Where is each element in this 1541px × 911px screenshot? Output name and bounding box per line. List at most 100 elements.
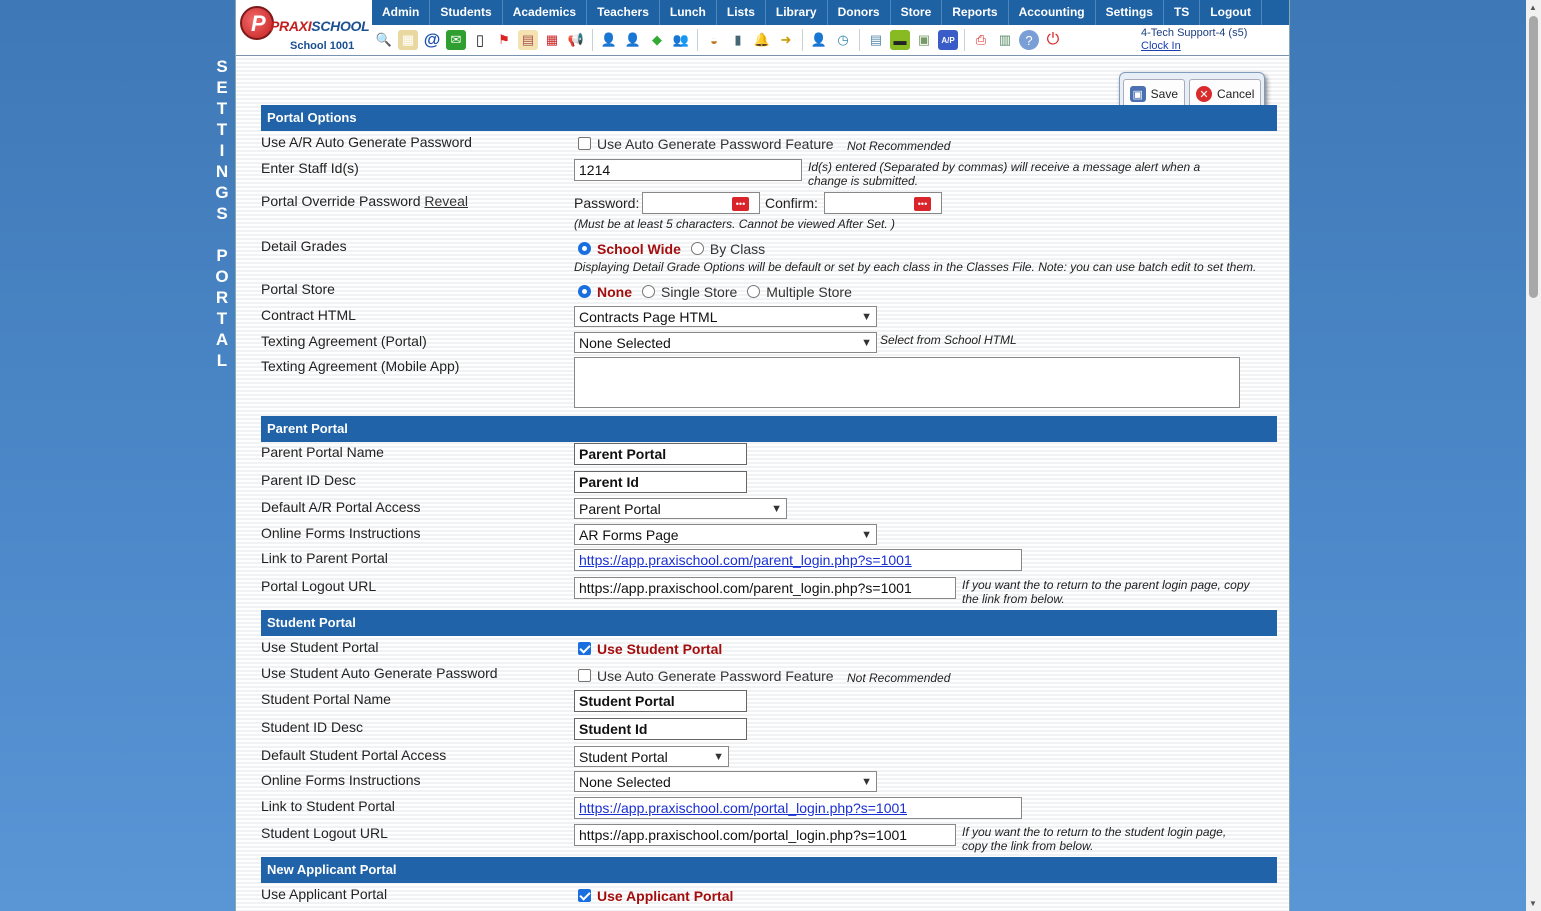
calendar-icon[interactable]: ▦ [542, 30, 562, 50]
logo-mark: P [240, 6, 274, 40]
radio-store-none[interactable] [578, 285, 591, 298]
school-logo[interactable]: P PRAXISCHOOL School 1001 [238, 2, 370, 54]
teacher-icon[interactable]: 👤 [623, 30, 643, 50]
school-name: School 1001 [290, 40, 355, 52]
arrow-right-icon[interactable]: ➜ [776, 30, 796, 50]
nav-logout[interactable]: Logout [1200, 0, 1262, 25]
label-student-logout: Student Logout URL [261, 825, 388, 841]
bell-icon[interactable]: 🔔 [752, 30, 772, 50]
nav-donors[interactable]: Donors [828, 0, 891, 25]
student-auto-password-checkbox[interactable] [578, 669, 591, 682]
family-icon[interactable]: 👥 [671, 30, 691, 50]
flag-icon[interactable]: ⚑ [494, 30, 514, 50]
lunch-icon[interactable]: ◒ [704, 30, 724, 50]
use-student-portal-checkbox[interactable] [578, 642, 591, 655]
staff-icon[interactable]: 👤 [809, 30, 829, 50]
pdf-icon[interactable]: ⎙ [971, 30, 991, 50]
label-student-auto-password: Use Student Auto Generate Password [261, 665, 498, 681]
chevron-down-icon: ▼ [771, 502, 782, 515]
reveal-link[interactable]: Reveal [424, 193, 468, 209]
use-applicant-portal-checkbox[interactable] [578, 889, 591, 902]
vertical-title-letter: A [215, 330, 229, 349]
nav-lunch[interactable]: Lunch [660, 0, 717, 25]
parent-id-desc-input[interactable]: Parent Id [574, 471, 747, 493]
confirm-input[interactable]: ••• [824, 192, 942, 214]
clock-in-link[interactable]: Clock In [1141, 40, 1247, 53]
texting-portal-note: Select from School HTML [880, 333, 1017, 347]
calculator-icon[interactable]: ▦ [398, 30, 418, 50]
password-label: Password: [574, 195, 640, 211]
search-icon[interactable]: 🔍 [374, 30, 394, 50]
student-link-field[interactable]: https://app.praxischool.com/portal_login… [574, 797, 1022, 819]
chevron-down-icon: ▼ [861, 310, 872, 323]
news-icon[interactable]: ▤ [518, 30, 538, 50]
cash-icon[interactable]: ▬ [890, 30, 910, 50]
confirm-dots-icon[interactable]: ••• [914, 197, 931, 211]
label-auto-password: Use A/R Auto Generate Password [261, 134, 472, 150]
nav-ts[interactable]: TS [1164, 0, 1201, 25]
icon-toolbar: 🔍 ▦ @ ✉ ▯ ⚑ ▤ ▦ 📢 👤 👤 ◆ 👥 ◒ ▮ 🔔 ➜ 👤 ◷ ▤ … [372, 26, 1063, 54]
scrollbar-thumb[interactable] [1529, 16, 1538, 298]
texting-portal-select[interactable]: None Selected ▼ [574, 332, 877, 353]
label-student-forms: Online Forms Instructions [261, 772, 421, 788]
contract-html-select[interactable]: Contracts Page HTML ▼ [574, 306, 877, 327]
nav-students[interactable]: Students [430, 0, 503, 25]
password-input[interactable]: ••• [642, 192, 760, 214]
money-icon[interactable]: ▥ [995, 30, 1015, 50]
book-icon[interactable]: ▮ [728, 30, 748, 50]
nav-lists[interactable]: Lists [717, 0, 766, 25]
nav-reports[interactable]: Reports [942, 0, 1009, 25]
parent-logout-input[interactable]: https://app.praxischool.com/parent_login… [574, 577, 956, 599]
vertical-title-letter: I [219, 141, 225, 160]
vertical-title-letter: S [216, 204, 228, 223]
ap-icon[interactable]: A/P [938, 30, 958, 50]
radio-school-wide[interactable] [578, 242, 591, 255]
student-forms-select[interactable]: None Selected ▼ [574, 771, 877, 792]
mobile-icon[interactable]: ▯ [470, 30, 490, 50]
parent-forms-select[interactable]: AR Forms Page ▼ [574, 524, 877, 545]
radio-single-store[interactable] [642, 285, 655, 298]
radio-by-class[interactable] [690, 242, 704, 255]
student-logout-input[interactable]: https://app.praxischool.com/portal_login… [574, 824, 956, 846]
detail-grades-note: Displaying Detail Grade Options will be … [574, 260, 1257, 274]
detail-grades-options: School Wide By Class [578, 241, 775, 257]
student-id-desc-input[interactable]: Student Id [574, 718, 747, 740]
megaphone-icon[interactable]: 📢 [566, 30, 586, 50]
nav-admin[interactable]: Admin [372, 0, 431, 25]
power-icon[interactable]: ⏻ [1043, 30, 1063, 50]
staff-ids-input[interactable]: 1214 [574, 159, 802, 181]
nav-academics[interactable]: Academics [503, 0, 588, 25]
nav-teachers[interactable]: Teachers [587, 0, 660, 25]
nav-settings[interactable]: Settings [1096, 0, 1164, 25]
vertical-title-letter: O [215, 267, 229, 286]
email-icon[interactable]: @ [422, 30, 442, 50]
scroll-up-icon[interactable]: ▲ [1529, 3, 1537, 12]
scroll-down-icon[interactable]: ▼ [1529, 899, 1537, 908]
clock-icon[interactable]: ◷ [833, 30, 853, 50]
tag-icon[interactable]: ◆ [647, 30, 667, 50]
default-ar-access-select[interactable]: Parent Portal ▼ [574, 498, 787, 519]
password-dots-icon[interactable]: ••• [732, 197, 749, 211]
document-icon[interactable]: ▤ [866, 30, 886, 50]
auto-password-checkbox[interactable] [578, 137, 591, 150]
page-scrollbar[interactable]: ▲ ▼ [1526, 0, 1541, 911]
help-icon[interactable]: ? [1019, 30, 1039, 50]
nav-store[interactable]: Store [891, 0, 943, 25]
parent-portal-name-input[interactable]: Parent Portal [574, 443, 747, 465]
default-student-access-select[interactable]: Student Portal ▼ [574, 746, 729, 767]
user-box: 4-Tech Support-4 (s5) Clock In [1141, 27, 1247, 53]
chat-icon[interactable]: ✉ [446, 30, 466, 50]
radio-multiple-store[interactable] [747, 285, 761, 298]
register-icon[interactable]: ▣ [914, 30, 934, 50]
student-icon[interactable]: 👤 [599, 30, 619, 50]
label-parent-forms: Online Forms Instructions [261, 525, 421, 541]
parent-link-field[interactable]: https://app.praxischool.com/parent_login… [574, 549, 1022, 571]
nav-accounting[interactable]: Accounting [1009, 0, 1096, 25]
vertical-title-letter: P [216, 246, 228, 265]
texting-app-textarea[interactable] [574, 357, 1240, 408]
nav-library[interactable]: Library [766, 0, 828, 25]
vertical-title-letter: S [216, 57, 228, 76]
student-portal-name-input[interactable]: Student Portal [574, 690, 747, 712]
label-default-student-access: Default Student Portal Access [261, 747, 447, 763]
student-logout-note: If you want the to return to the student… [962, 825, 1227, 853]
